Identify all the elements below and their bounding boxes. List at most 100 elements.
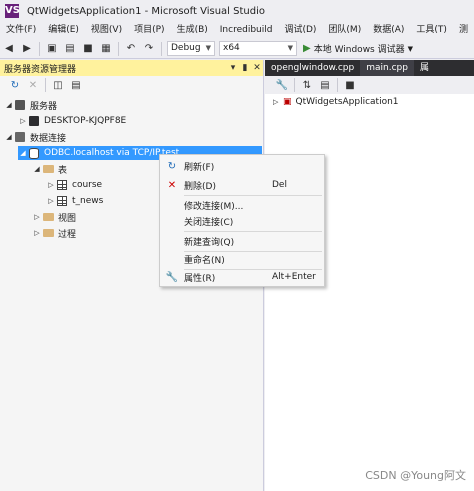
tree-label: t_news (72, 196, 104, 206)
menu-tools[interactable]: 工具(T) (410, 22, 453, 39)
tree-node-machine[interactable]: ▷ DESKTOP-KJQPF8E (18, 114, 126, 128)
menu-separator (184, 231, 322, 232)
folder-icon (42, 211, 54, 223)
shortcut-label: Del (272, 180, 287, 190)
pin-icon[interactable]: ▮ (239, 63, 251, 73)
title-bar: VS QtWidgetsApplication1 - Microsoft Vis… (0, 0, 474, 22)
data-connections-icon (14, 131, 26, 143)
table-icon (56, 179, 68, 191)
toolbar-divider (39, 41, 40, 56)
toolbar-divider (118, 41, 119, 56)
folder-icon (42, 227, 54, 239)
stop-icon[interactable]: ✕ (26, 78, 40, 92)
refresh-icon[interactable]: ↻ (8, 78, 22, 92)
menu-team[interactable]: 团队(M) (322, 22, 367, 39)
undo-icon[interactable]: ↶ (124, 42, 138, 56)
menu-item-label: 刷新(F) (184, 162, 215, 173)
category-icon[interactable]: ▤ (318, 78, 332, 92)
chevron-down-icon: ▼ (205, 44, 211, 52)
menu-item-new-query[interactable]: 新建查询(Q) (160, 233, 324, 249)
collapsed-arrow-icon[interactable]: ▷ (18, 117, 28, 125)
new-project-icon[interactable]: ▣ (45, 42, 59, 56)
menu-debug[interactable]: 调试(D) (278, 22, 322, 39)
tree-node-table-t-news[interactable]: ▷ t_news (46, 194, 103, 208)
platform-select[interactable]: x64 ▼ (219, 41, 297, 56)
expanded-arrow-icon[interactable]: ◢ (18, 149, 28, 157)
menu-test[interactable]: 测 (453, 22, 474, 39)
tree-label: 表 (58, 165, 68, 176)
solution-toolbar: 🔧 ⇅ ▤ ■ (265, 76, 474, 94)
main-toolbar: ◀ ▶ ▣ ▤ ■ ▦ ↶ ↷ Debug ▼ x64 ▼ ▶ 本地 Windo… (0, 39, 474, 59)
collapsed-arrow-icon[interactable]: ▷ (46, 197, 56, 205)
expanded-arrow-icon[interactable]: ◢ (4, 133, 14, 141)
expanded-arrow-icon[interactable]: ◢ (32, 165, 42, 173)
tree-label: 数据连接 (30, 133, 67, 144)
menu-data[interactable]: 数据(A) (367, 22, 410, 39)
tab-properties[interactable]: 属 (414, 60, 435, 76)
menu-item-label: 属性(R) (184, 273, 216, 284)
menu-item-rename[interactable]: 重命名(N) (160, 251, 324, 267)
menu-item-properties[interactable]: 🔧 属性(R) Alt+Enter (160, 269, 324, 285)
menu-file[interactable]: 文件(F) (0, 22, 42, 39)
save-icon[interactable]: ■ (81, 42, 95, 56)
collapsed-arrow-icon[interactable]: ▷ (32, 213, 42, 221)
expanded-arrow-icon[interactable]: ◢ (4, 101, 14, 109)
config-select[interactable]: Debug ▼ (167, 41, 215, 56)
window-title: QtWidgetsApplication1 - Microsoft Visual… (27, 5, 265, 17)
config-value: Debug (171, 43, 201, 53)
vs-logo-icon: VS (5, 4, 20, 18)
shortcut-label: Alt+Enter (272, 272, 316, 282)
menu-edit[interactable]: 编辑(E) (42, 22, 85, 39)
save-all-icon[interactable]: ▦ (99, 42, 113, 56)
tree-node-views[interactable]: ▷ 视图 (32, 210, 76, 224)
panel-header: 服务器资源管理器 ▾ ▮ ✕ (0, 60, 263, 76)
collapsed-arrow-icon[interactable]: ▷ (32, 229, 42, 237)
toolbar-divider (161, 41, 162, 56)
tree-label: 过程 (58, 229, 77, 240)
property-pages-icon[interactable]: ■ (343, 78, 357, 92)
toolbar-divider (45, 78, 46, 92)
tree-node-procedures[interactable]: ▷ 过程 (32, 226, 76, 240)
collapsed-arrow-icon[interactable]: ▷ (46, 181, 56, 189)
refresh-icon: ↻ (167, 160, 177, 172)
wrench-icon[interactable]: 🔧 (275, 78, 289, 92)
menu-build[interactable]: 生成(B) (171, 22, 214, 39)
menu-item-refresh[interactable]: ↻ 刷新(F) (160, 158, 324, 174)
menu-incredibuild[interactable]: Incredibuild (214, 22, 279, 39)
tree-node-tables[interactable]: ◢ 表 (32, 162, 67, 176)
tab-main[interactable]: main.cpp (360, 60, 414, 76)
dropdown-icon[interactable]: ▾ (227, 63, 239, 73)
start-debug-button[interactable]: ▶ 本地 Windows 调试器 ▼ (303, 42, 413, 55)
menu-bar: 文件(F) 编辑(E) 视图(V) 项目(P) 生成(B) Incredibui… (0, 22, 474, 39)
sort-icon[interactable]: ⇅ (300, 78, 314, 92)
menu-item-label: 新建查询(Q) (184, 237, 235, 248)
menu-item-modify-connection[interactable]: 修改连接(M)... (160, 197, 324, 213)
forward-icon[interactable]: ▶ (20, 42, 34, 56)
menu-item-close-connection[interactable]: 关闭连接(C) (160, 213, 324, 229)
folder-icon (42, 163, 54, 175)
open-icon[interactable]: ▤ (63, 42, 77, 56)
connect-database-icon[interactable]: ◫ (51, 78, 65, 92)
menu-item-label: 关闭连接(C) (184, 217, 234, 228)
menu-item-label: 删除(D) (184, 181, 216, 192)
project-node[interactable]: ▷ ▣ QtWidgetsApplication1 (265, 94, 474, 110)
tree-label: 服务器 (30, 101, 58, 112)
toolbar-divider (294, 78, 295, 92)
menu-view[interactable]: 视图(V) (85, 22, 128, 39)
tree-node-servers[interactable]: ◢ 服务器 (4, 98, 57, 112)
tree-label: course (72, 180, 103, 190)
menu-item-label: 修改连接(M)... (184, 201, 244, 212)
document-tabs: openglwindow.cpp main.cpp 属 (265, 60, 474, 76)
connect-server-icon[interactable]: ▤ (69, 78, 83, 92)
tree-node-data-connections[interactable]: ◢ 数据连接 (4, 130, 66, 144)
back-icon[interactable]: ◀ (2, 42, 16, 56)
context-menu: ↻ 刷新(F) ✕ 删除(D) Del 修改连接(M)... 关闭连接(C) 新… (159, 154, 325, 287)
redo-icon[interactable]: ↷ (142, 42, 156, 56)
menu-item-delete[interactable]: ✕ 删除(D) Del (160, 177, 324, 193)
tree-node-table-course[interactable]: ▷ course (46, 178, 102, 192)
menu-project[interactable]: 项目(P) (128, 22, 170, 39)
wrench-icon: 🔧 (165, 271, 179, 283)
tab-openglwindow[interactable]: openglwindow.cpp (265, 60, 360, 76)
close-icon[interactable]: ✕ (251, 63, 263, 73)
collapsed-arrow-icon[interactable]: ▷ (273, 98, 283, 106)
